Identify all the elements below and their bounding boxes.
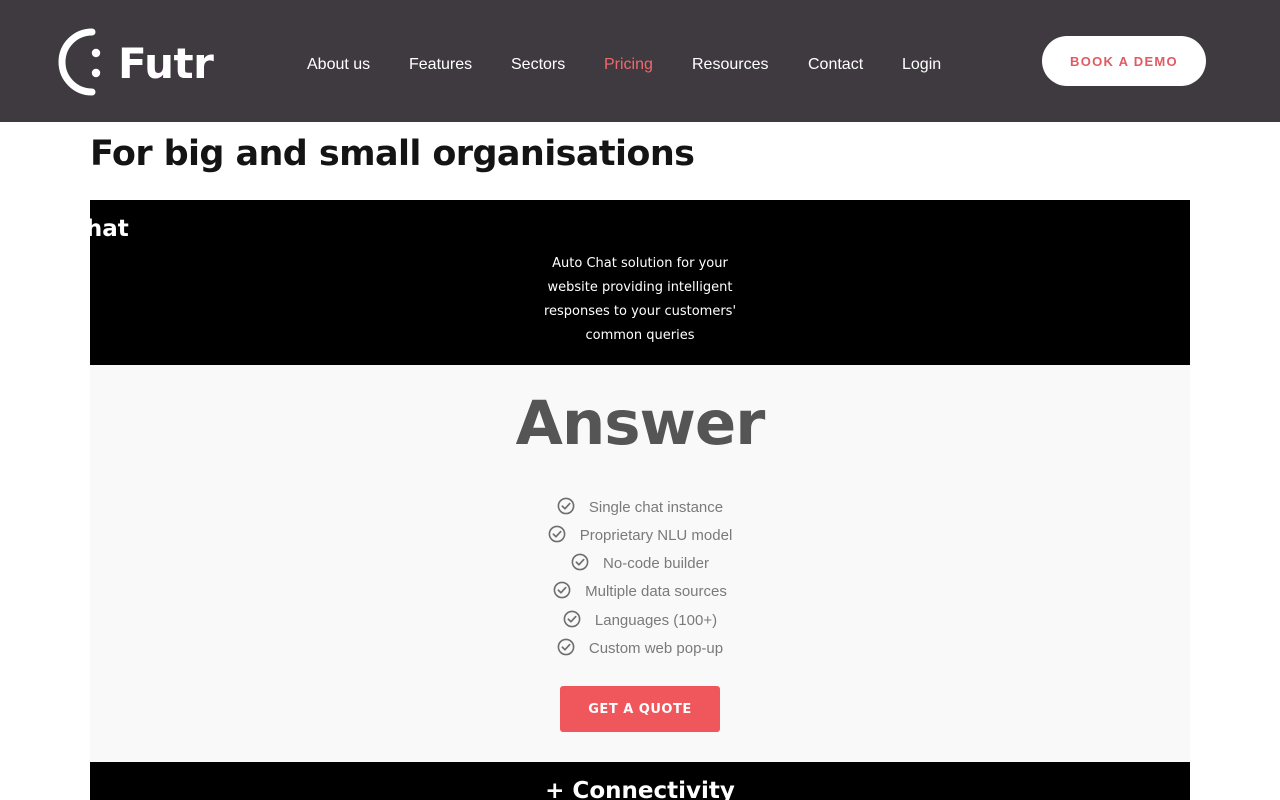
plan-tier-name: Answer [515,388,766,459]
check-circle-icon [557,497,575,514]
feature-label: Languages (100+) [594,611,718,629]
check-circle-icon [553,581,571,598]
nav-about-us[interactable]: About us [307,55,370,75]
nav-resources[interactable]: Resources [692,55,768,75]
feature-item: Multiple data sources [0,580,1280,602]
feature-item: Custom web pop-up [0,637,1280,659]
check-circle-icon [563,610,581,627]
page-title: For big and small organisations [90,134,695,174]
next-plan-name: + Connectivity [545,778,735,800]
check-circle-icon [571,553,589,570]
nav-features[interactable]: Features [409,55,472,75]
next-plan-header: + Connectivity [90,762,1190,800]
plan-name: Auto Chat [0,216,129,242]
plan-description: Auto Chat solution for your website prov… [543,256,737,343]
get-quote-button[interactable]: GET A QUOTE [560,686,720,732]
nav-login[interactable]: Login [902,55,941,75]
feature-item: Single chat instance [0,496,1280,518]
feature-item: Proprietary NLU model [0,524,1280,546]
nav-contact[interactable]: Contact [808,55,863,75]
nav-sectors[interactable]: Sectors [511,55,565,75]
nav-pricing[interactable]: Pricing [604,55,653,75]
feature-label: No-code builder [603,554,709,572]
book-demo-button[interactable]: BOOK A DEMO [1042,36,1206,86]
feature-label: Single chat instance [588,498,724,516]
feature-label: Custom web pop-up [588,639,724,657]
check-circle-icon [557,638,575,655]
main-nav: About us Features Sectors Pricing Resour… [0,55,1000,77]
feature-item: Languages (100+) [0,609,1280,631]
feature-label: Proprietary NLU model [579,526,733,544]
site-header: Futr About us Features Sectors Pricing R… [0,0,1280,122]
feature-item: No-code builder [0,552,1280,574]
feature-label: Multiple data sources [585,582,727,600]
check-circle-icon [548,525,566,542]
